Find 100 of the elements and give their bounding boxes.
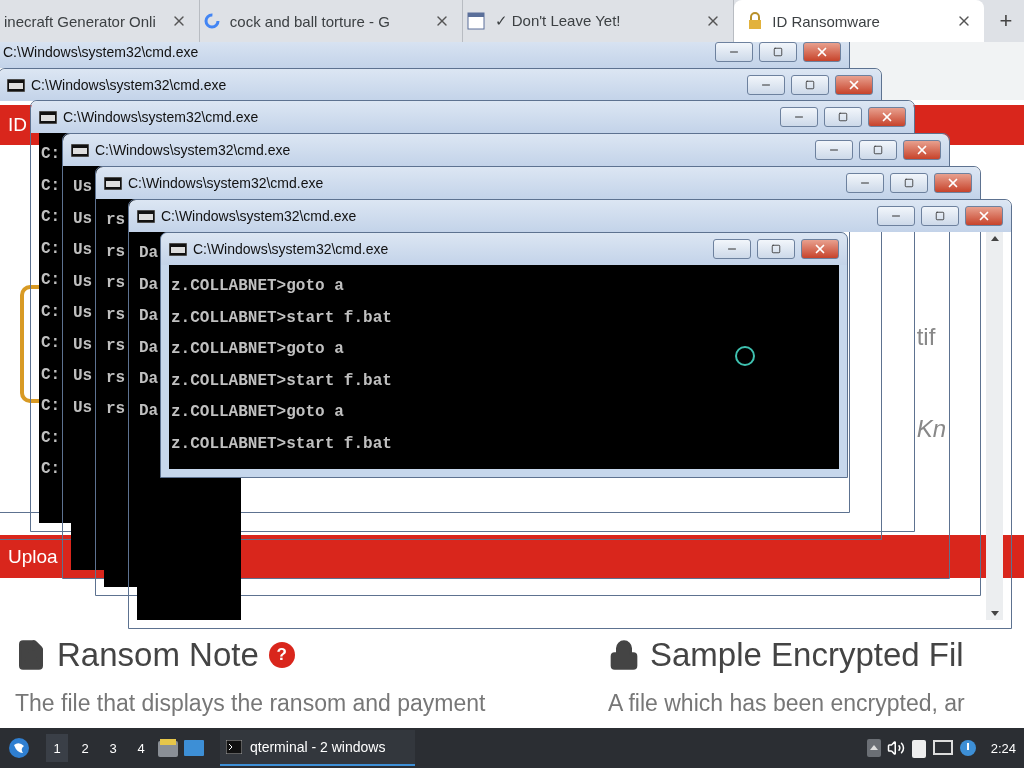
section-heading: Ransom Note — [57, 636, 259, 674]
file-manager-icon[interactable] — [158, 739, 178, 757]
clipboard-icon[interactable] — [910, 738, 927, 758]
browser-tab[interactable]: ID Ransomware — [734, 0, 985, 42]
window-titlebar[interactable]: C:\Windows\system32\cmd.exe — [129, 200, 1011, 232]
console-line: Us — [73, 271, 93, 293]
minimize-button[interactable] — [747, 75, 785, 95]
close-button[interactable] — [868, 107, 906, 127]
section-heading: Sample Encrypted Fil — [650, 636, 964, 674]
close-button[interactable] — [965, 206, 1003, 226]
console-line: C: — [41, 364, 61, 386]
window-titlebar[interactable]: C:\Windows\system32\cmd.exe — [96, 167, 980, 199]
console-icon — [137, 209, 155, 223]
start-menu-icon[interactable] — [8, 737, 30, 759]
console-line: Us — [73, 177, 93, 198]
console-line: C: — [41, 301, 61, 323]
maximize-button[interactable] — [791, 75, 829, 95]
window-title: C:\Windows\system32\cmd.exe — [31, 77, 228, 93]
console-line: Da — [139, 243, 159, 264]
console-line: rs — [106, 336, 126, 357]
console-line: z.COLLABNET>goto a — [171, 276, 344, 297]
console-line: C: — [41, 175, 61, 197]
console-line: C: — [41, 144, 61, 165]
maximize-button[interactable] — [824, 107, 862, 127]
close-button[interactable] — [803, 42, 841, 62]
minimize-button[interactable] — [780, 107, 818, 127]
console-line: Us — [73, 397, 93, 419]
window-titlebar[interactable]: C:\Windows\system32\cmd.exe — [0, 69, 881, 101]
close-button[interactable] — [801, 239, 839, 259]
minimize-button[interactable] — [877, 206, 915, 226]
console-icon — [71, 143, 89, 157]
console-line: Da — [139, 337, 159, 359]
console-line: z.COLLABNET>goto a — [171, 402, 344, 423]
maximize-button[interactable] — [921, 206, 959, 226]
console-icon — [7, 78, 25, 92]
page-icon — [466, 12, 485, 30]
window-title: C:\Windows\system32\cmd.exe — [3, 44, 200, 60]
console-line: C: — [41, 459, 61, 480]
console-line: C: — [41, 427, 61, 449]
maximize-button[interactable] — [759, 42, 797, 62]
window-titlebar[interactable]: C:\Windows\system32\cmd.exe — [161, 233, 847, 265]
taskbar-task[interactable]: qterminal - 2 windows — [220, 730, 415, 766]
console-line: rs — [106, 367, 126, 389]
maximize-button[interactable] — [859, 140, 897, 160]
close-icon — [946, 176, 960, 190]
console-line: Us — [73, 334, 93, 356]
console-icon — [39, 110, 57, 124]
window-titlebar[interactable]: C:\Windows\system32\cmd.exe — [63, 134, 949, 166]
workspace-button[interactable]: 3 — [102, 734, 124, 762]
notification-icon[interactable] — [958, 739, 977, 757]
scroll-up-icon[interactable] — [990, 236, 999, 241]
maximize-icon — [904, 178, 914, 188]
scroll-down-icon[interactable] — [990, 611, 999, 616]
maximize-icon — [771, 244, 781, 254]
console-line: rs — [106, 241, 126, 263]
scrollbar[interactable] — [986, 232, 1003, 620]
console-line: rs — [106, 273, 126, 294]
window-title: C:\Windows\system32\cmd.exe — [193, 241, 390, 257]
console-line: Us — [73, 208, 93, 230]
upload-text: Uploa — [8, 545, 58, 568]
lock-icon — [748, 12, 763, 30]
console-line: z.COLLABNET>start f.bat — [171, 307, 392, 329]
network-icon[interactable] — [932, 740, 953, 756]
console-line: Us — [73, 303, 93, 324]
console-line: rs — [106, 210, 126, 231]
window-title: C:\Windows\system32\cmd.exe — [161, 208, 358, 224]
console-line: rs — [106, 399, 126, 420]
workspace-button[interactable]: 2 — [74, 734, 96, 762]
maximize-icon — [773, 47, 783, 57]
help-icon[interactable]: ? — [268, 642, 295, 668]
workspace-button[interactable]: 1 — [46, 734, 68, 762]
minimize-button[interactable] — [815, 140, 853, 160]
volume-icon[interactable] — [886, 739, 905, 757]
maximize-button[interactable] — [890, 173, 928, 193]
maximize-icon — [805, 80, 815, 90]
window-titlebar[interactable]: C:\Windows\system32\cmd.exe — [0, 42, 849, 68]
arrow-up-icon[interactable] — [866, 739, 881, 757]
minimize-button[interactable] — [715, 42, 753, 62]
maximize-icon — [873, 145, 883, 155]
console-line: z.COLLABNET>start f.bat — [171, 433, 392, 455]
console-icon — [169, 242, 187, 256]
section-text: The file that displays the ransom and payment — [15, 690, 487, 717]
close-icon — [977, 209, 991, 223]
console-line: C: — [41, 238, 61, 260]
close-button[interactable] — [903, 140, 941, 160]
lock-icon — [608, 639, 640, 671]
console-window[interactable]: C:\Windows\system32\cmd.exe z.COLLABNET>goto a z.COLLABNET>start f.bat z.COLLABNET>goto a z.COLLABNET>start f.bat z.COLLABNET>goto a z.COLLABNET>start f.bat — [160, 232, 848, 478]
maximize-button[interactable] — [757, 239, 795, 259]
window-titlebar[interactable]: C:\Windows\system32\cmd.exe — [31, 101, 914, 133]
close-button[interactable] — [934, 173, 972, 193]
minimize-button[interactable] — [713, 239, 751, 259]
window-title: C:\Windows\system32\cmd.exe — [63, 109, 260, 125]
new-tab-button[interactable]: + — [988, 0, 1024, 42]
close-button[interactable] — [835, 75, 873, 95]
g-letter-icon — [203, 13, 220, 29]
minimize-button[interactable] — [846, 173, 884, 193]
console-line: C: — [41, 207, 61, 228]
maximize-icon — [838, 112, 848, 122]
workspace-button[interactable]: 4 — [130, 734, 152, 762]
console-line: z.COLLABNET>goto a — [171, 339, 344, 360]
